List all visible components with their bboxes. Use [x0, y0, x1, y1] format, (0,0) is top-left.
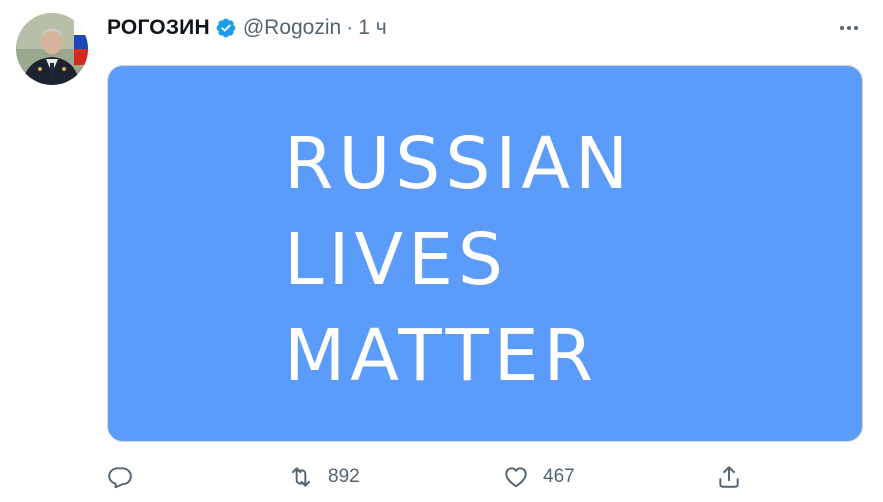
timestamp[interactable]: 1 ч [358, 16, 386, 40]
verified-badge-icon [215, 17, 237, 39]
retweet-count: 892 [328, 466, 360, 487]
avatar[interactable] [16, 13, 88, 85]
reply-button[interactable] [107, 460, 147, 494]
image-text: RUSSIAN LIVES MATTER [284, 116, 633, 404]
image-text-line-1: RUSSIAN [284, 122, 634, 205]
more-options-icon[interactable] [837, 16, 861, 40]
share-button[interactable] [716, 460, 742, 494]
avatar-photo [16, 13, 88, 85]
retweet-icon [291, 467, 311, 487]
tweet: РОГОЗИН @Rogozin · 1 ч RUSSIAN LIVES MAT… [0, 0, 883, 502]
tweet-header: РОГОЗИН @Rogozin · 1 ч [107, 14, 387, 42]
image-text-line-3: MATTER [284, 314, 598, 397]
action-bar: 892 467 [0, 460, 883, 494]
tweet-image[interactable]: RUSSIAN LIVES MATTER [107, 65, 863, 442]
like-button[interactable]: 467 [503, 460, 575, 494]
image-text-line-2: LIVES [284, 218, 508, 301]
display-name[interactable]: РОГОЗИН [107, 16, 210, 40]
share-icon [719, 466, 739, 488]
retweet-button[interactable]: 892 [288, 460, 360, 494]
like-count: 467 [543, 466, 575, 487]
separator-dot: · [346, 16, 354, 39]
heart-icon [505, 467, 527, 488]
reply-icon [108, 467, 132, 489]
handle[interactable]: @Rogozin [243, 16, 341, 40]
